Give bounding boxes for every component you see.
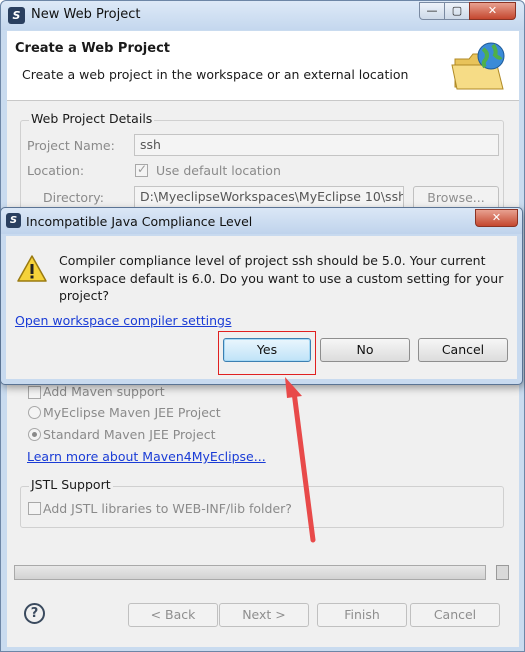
minimize-button[interactable]: — (419, 2, 445, 20)
myeclipse-dialog-icon: S (6, 213, 21, 228)
myeclipse-app-icon: S (8, 7, 25, 24)
add-jstl-label: Add JSTL libraries to WEB-INF/lib folder… (43, 501, 292, 516)
standard-maven-label: Standard Maven JEE Project (43, 427, 216, 442)
directory-input[interactable]: D:\MyeclipseWorkspaces\MyEclipse 10\ssh (134, 186, 404, 208)
directory-label: Directory: (43, 190, 104, 205)
details-group-title: Web Project Details (29, 111, 155, 126)
banner-title: Create a Web Project (15, 41, 170, 56)
use-default-location-label: Use default location (156, 163, 281, 178)
add-maven-support-label: Add Maven support (43, 384, 165, 399)
window-titlebar[interactable]: S New Web Project — ▢ ✕ (1, 1, 524, 30)
dialog-titlebar[interactable]: S Incompatible Java Compliance Level ✕ (1, 208, 522, 234)
wizard-banner: Create a Web Project Create a web projec… (7, 31, 519, 101)
standard-maven-radio[interactable] (28, 428, 41, 441)
project-name-input[interactable]: ssh (134, 134, 499, 156)
dialog-title: Incompatible Java Compliance Level (26, 214, 253, 229)
compliance-dialog: S Incompatible Java Compliance Level ✕ C… (0, 207, 523, 385)
warning-icon (17, 255, 47, 282)
banner-description: Create a web project in the workspace or… (22, 67, 409, 82)
yes-highlight-box (218, 331, 316, 375)
dialog-cancel-button[interactable]: Cancel (418, 338, 508, 362)
no-button[interactable]: No (320, 338, 410, 362)
dialog-message: Compiler compliance level of project ssh… (59, 253, 504, 303)
learn-more-maven-link[interactable]: Learn more about Maven4MyEclipse... (27, 449, 266, 464)
open-compiler-settings-link[interactable]: Open workspace compiler settings (15, 313, 231, 328)
next-button[interactable]: Next > (219, 603, 309, 627)
project-name-label: Project Name: (27, 138, 115, 153)
finish-button[interactable]: Finish (317, 603, 407, 627)
progress-stop-button[interactable] (496, 565, 509, 580)
cancel-button[interactable]: Cancel (410, 603, 500, 627)
back-button[interactable]: < Back (128, 603, 218, 627)
web-project-folder-icon (451, 42, 505, 90)
myeclipse-maven-radio[interactable] (28, 406, 41, 419)
window-title: New Web Project (31, 7, 141, 22)
location-label: Location: (27, 163, 85, 178)
dialog-body: Compiler compliance level of project ssh… (6, 236, 517, 379)
jstl-group-title: JSTL Support (29, 477, 113, 492)
myeclipse-maven-label: MyEclipse Maven JEE Project (43, 405, 221, 420)
add-maven-support-checkbox[interactable] (28, 386, 41, 399)
close-button[interactable]: ✕ (469, 2, 516, 20)
use-default-location-checkbox[interactable] (135, 162, 148, 177)
add-jstl-checkbox[interactable] (28, 502, 41, 515)
progress-bar (14, 565, 486, 580)
maximize-button[interactable]: ▢ (444, 2, 470, 20)
dialog-close-button[interactable]: ✕ (475, 209, 518, 227)
help-icon[interactable]: ? (24, 603, 45, 624)
